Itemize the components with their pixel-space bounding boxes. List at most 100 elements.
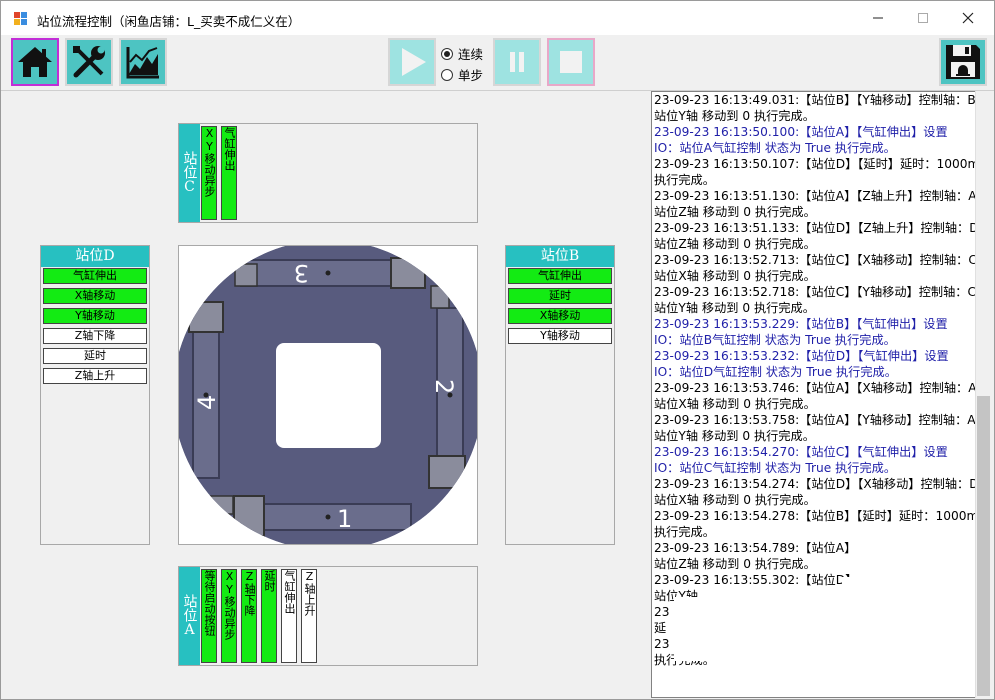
play-icon xyxy=(402,48,426,76)
chart-icon xyxy=(126,47,159,79)
log-line: IO：站位B气缸控制 状态为 True 执行完成。 xyxy=(654,333,896,347)
start-button[interactable] xyxy=(388,38,436,86)
station-a-panel: 站位A 等待启动按钮 XY移动异步 Z轴下降 延时 气缸伸出 Z轴上升 xyxy=(178,566,478,666)
log-line: 23-09-23 16:13:51.130:【站位A】【Z轴上升】控制轴：A xyxy=(654,189,976,203)
log-line: 站位Y轴 移动到 0 执行完成。 xyxy=(654,429,815,443)
station-d-step[interactable]: 延时 xyxy=(43,348,147,364)
station-a-step[interactable]: 气缸伸出 xyxy=(281,569,297,663)
log-textbox[interactable]: 23-09-23 16:13:49.031:【站位B】【Y轴移动】控制轴：B 站位… xyxy=(651,91,976,698)
radio-dot xyxy=(441,68,453,81)
station-b-title: 站位B xyxy=(506,246,614,267)
station-step-label: 气缸伸出 xyxy=(223,127,236,171)
tools-icon xyxy=(73,46,105,78)
log-line: 23-09-23 16:13:50.107:【站位D】【延时】延时：1000ms xyxy=(654,157,976,171)
position-3-label: 3 xyxy=(294,259,309,287)
station-a-step[interactable]: XY移动异步 xyxy=(221,569,237,663)
station-a-title: 站位A xyxy=(179,567,200,665)
station-d-step[interactable]: Y轴移动 xyxy=(43,308,147,324)
station-c-step[interactable]: XY移动异步 xyxy=(201,126,217,220)
log-line: IO：站位C气缸控制 状态为 True 执行完成。 xyxy=(654,461,897,475)
position-4-label: 4 xyxy=(193,395,221,410)
station-d-panel: 站位D 气缸伸出 X轴移动 Y轴移动 Z轴下降延时 Z轴上升 xyxy=(40,245,150,545)
station-d-step[interactable]: X轴移动 xyxy=(43,288,147,304)
station-d-step[interactable]: Z轴下降 xyxy=(43,328,147,344)
minimize-button[interactable] xyxy=(855,1,901,35)
station-c-title: 站位C xyxy=(179,124,200,222)
mode-continuous-label: 连续 xyxy=(458,47,484,62)
log-line: IO：站位A气缸控制 状态为 True 执行完成。 xyxy=(654,141,896,155)
station-step-label: Z轴上升 xyxy=(303,570,316,616)
log-line: 23-09-23 16:13:54.274:【站位D】【X轴移动】控制轴：D xyxy=(654,477,976,491)
log-line: 站位X轴 移动到 0 执行完成。 xyxy=(654,269,816,283)
station-b-step[interactable]: X轴移动 xyxy=(508,308,612,324)
redaction xyxy=(842,577,974,597)
mode-single-radio[interactable]: 单步 xyxy=(441,65,483,84)
home-button[interactable] xyxy=(11,38,59,86)
log-line: 23-09-23 16:13:53.746:【站位A】【X轴移动】控制轴：A xyxy=(654,381,976,395)
close-icon xyxy=(962,12,974,24)
app-window: 站位流程控制（闲鱼店铺：L_买卖不成仁义在） 连续 单步 站位C XY移动异步 … xyxy=(0,0,995,700)
pause-icon xyxy=(510,52,524,72)
position-1-label: 1 xyxy=(337,505,352,533)
log-line: 23-09-23 16:13:53.229:【站位B】【气缸伸出】设置 xyxy=(654,317,948,331)
log-line: 23-09-23 16:13:52.718:【站位C】【Y轴移动】控制轴：C xyxy=(654,285,976,299)
station-step-label: Z轴下降 xyxy=(243,570,256,616)
close-button[interactable] xyxy=(945,1,991,35)
station-step-label: XY移动异步 xyxy=(203,127,216,197)
log-line: 23-09-23 16:13:51.133:【站位D】【Z轴上升】控制轴：D xyxy=(654,221,976,235)
station-b-step[interactable]: 延时 xyxy=(508,288,612,304)
log-line: 站位Z轴 移动到 0 执行完成。 xyxy=(654,237,816,251)
station-a-step[interactable]: Z轴下降 xyxy=(241,569,257,663)
turntable-image: 1 2 3 4 xyxy=(178,245,478,545)
station-step-label: XY移动异步 xyxy=(223,570,236,640)
station-a-step[interactable]: 等待启动按钮 xyxy=(201,569,217,663)
log-line: IO：站位D气缸控制 状态为 True 执行完成。 xyxy=(654,365,897,379)
station-b-step[interactable]: Y轴移动 xyxy=(508,328,612,344)
app-icon xyxy=(14,12,28,26)
log-line: 站位X轴 移动到 0 执行完成。 xyxy=(654,493,816,507)
log-line: 23-09-23 16:13:49.031:【站位B】【Y轴移动】控制轴：B xyxy=(654,93,976,107)
minimize-icon xyxy=(873,17,883,19)
pause-button[interactable] xyxy=(493,38,541,86)
tools-button[interactable] xyxy=(65,38,113,86)
mode-single-label: 单步 xyxy=(458,68,484,83)
redaction xyxy=(674,643,948,661)
log-line: 站位Z轴 移动到 0 执行完成。 xyxy=(654,205,816,219)
log-line: 23-09-23 16:13:52.713:【站位C】【X轴移动】控制轴：C xyxy=(654,253,976,267)
station-b-step[interactable]: 气缸伸出 xyxy=(508,268,612,284)
position-2-label: 2 xyxy=(430,379,458,394)
log-line: 23-09-23 16:13:54.278:【站位B】【延时】延时：1000ms xyxy=(654,509,976,523)
log-line: 站位X轴 移动到 0 执行完成。 xyxy=(654,397,816,411)
station-a-step[interactable]: Z轴上升 xyxy=(301,569,317,663)
log-line: 23-09-23 16:13:53.232:【站位D】【气缸伸出】设置 xyxy=(654,349,949,363)
log-line: 站位Y轴 移动到 0 执行完成。 xyxy=(654,109,815,123)
station-c-step[interactable]: 气缸伸出 xyxy=(221,126,237,220)
window-title: 站位流程控制（闲鱼店铺：L_买卖不成仁义在） xyxy=(37,14,301,29)
stop-button[interactable] xyxy=(547,38,595,86)
toolbar: 连续 单步 xyxy=(1,35,994,91)
mode-continuous-radio[interactable]: 连续 xyxy=(441,44,483,63)
home-icon xyxy=(18,47,52,77)
radio-dot xyxy=(441,47,453,60)
station-d-title: 站位D xyxy=(41,246,149,267)
chart-button[interactable] xyxy=(119,38,167,86)
station-step-label: 气缸伸出 xyxy=(283,570,296,614)
station-b-panel: 站位B 气缸伸出延时 X轴移动 Y轴移动 xyxy=(505,245,615,545)
maximize-icon xyxy=(918,13,928,23)
log-line: 23-09-23 16:13:53.758:【站位A】【Y轴移动】控制轴：A xyxy=(654,413,976,427)
station-c-panel: 站位C XY移动异步 气缸伸出 xyxy=(178,123,478,223)
redaction xyxy=(852,537,974,577)
station-d-step[interactable]: 气缸伸出 xyxy=(43,268,147,284)
station-step-label: 等待启动按钮 xyxy=(203,570,216,636)
stop-icon xyxy=(560,51,582,73)
maximize-button[interactable] xyxy=(900,1,946,35)
station-d-step[interactable]: Z轴上升 xyxy=(43,368,147,384)
station-step-label: 延时 xyxy=(263,570,276,592)
log-line: 站位Y轴 移动到 0 执行完成。 xyxy=(654,301,815,315)
save-alarm-icon xyxy=(946,45,980,79)
turntable-drawing: 1 2 3 4 xyxy=(179,246,477,544)
save-button[interactable] xyxy=(939,38,987,86)
title-bar: 站位流程控制（闲鱼店铺：L_买卖不成仁义在） xyxy=(1,1,994,35)
station-a-step[interactable]: 延时 xyxy=(261,569,277,663)
log-scrollbar-thumb[interactable] xyxy=(977,396,990,696)
